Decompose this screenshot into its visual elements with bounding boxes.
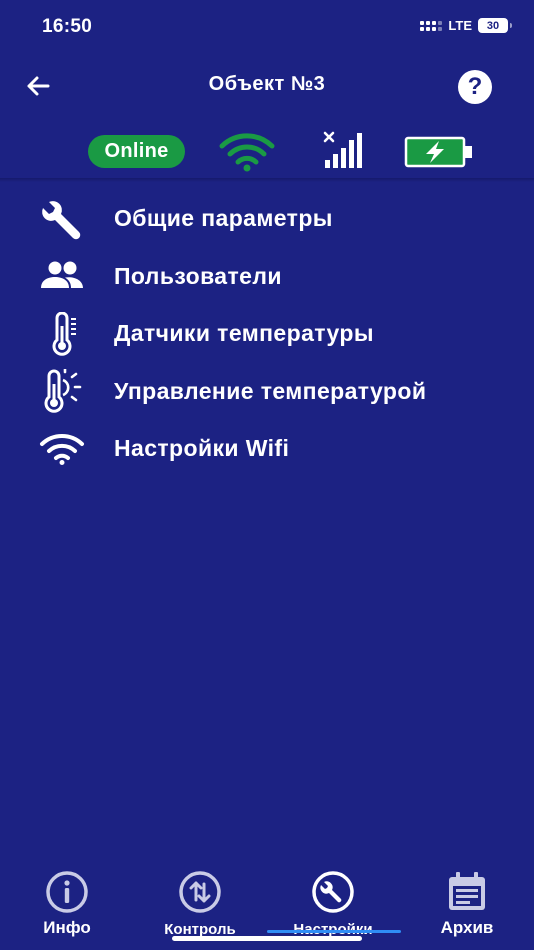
menu-item-general-settings[interactable]: Общие параметры — [0, 190, 534, 248]
menu-item-temperature-control[interactable]: Управление температурой — [0, 363, 534, 421]
tab-label: Инфо — [43, 918, 91, 937]
status-battery-level: 30 — [486, 19, 500, 32]
settings-menu: Общие параметры Пользователи Датчики тем… — [0, 190, 534, 478]
home-indicator — [172, 936, 362, 941]
wifi-status-indicator — [218, 132, 276, 177]
tab-control[interactable]: Контроль — [140, 868, 260, 938]
header-divider — [0, 178, 534, 182]
help-button[interactable]: ? — [458, 70, 492, 104]
wrench-circle-icon — [309, 868, 357, 916]
control-arrows-icon — [176, 868, 224, 916]
battery-status-indicator — [404, 136, 474, 173]
users-icon — [37, 251, 87, 301]
menu-item-label: Датчики температуры — [114, 320, 374, 347]
menu-item-label: Общие параметры — [114, 205, 333, 232]
help-icon: ? — [467, 73, 483, 100]
status-time: 16:50 — [42, 16, 93, 37]
menu-item-temperature-sensors[interactable]: Датчики температуры — [0, 305, 534, 363]
network-type: LTE — [448, 18, 472, 33]
menu-item-users[interactable]: Пользователи — [0, 248, 534, 306]
online-status-badge: Online — [88, 135, 185, 168]
tab-archive[interactable]: Архив — [407, 868, 527, 938]
gsm-status-indicator — [322, 130, 364, 177]
menu-item-label: Управление температурой — [114, 377, 427, 404]
wifi-icon — [219, 133, 275, 172]
device-status-indicators: Online — [0, 130, 534, 178]
menu-item-wifi-settings[interactable]: Настройки Wifi — [0, 420, 534, 478]
menu-item-label: Настройки Wifi — [114, 435, 290, 462]
status-battery-icon: 30 — [478, 18, 512, 33]
app-header: Объект №3 ? — [0, 58, 534, 114]
menu-item-label: Пользователи — [114, 262, 282, 289]
gsm-signal-no-service-icon — [323, 131, 362, 168]
tab-label: Архив — [440, 918, 494, 937]
battery-charging-icon — [404, 136, 472, 168]
tab-info[interactable]: Инфо — [7, 868, 127, 938]
online-status-label: Online — [104, 140, 169, 162]
wifi-icon — [37, 424, 87, 474]
calendar-list-icon — [443, 868, 491, 916]
wrench-icon — [37, 194, 87, 244]
cellular-signal-icon — [420, 20, 443, 31]
active-tab-indicator — [267, 930, 401, 933]
tab-settings[interactable]: Настройки — [273, 868, 393, 938]
thermometer-icon — [37, 309, 87, 359]
page-title: Объект №3 — [208, 73, 326, 95]
status-bar: 16:50 LTE 30 — [0, 0, 534, 58]
info-icon — [43, 868, 91, 916]
status-right: LTE 30 — [420, 18, 512, 33]
thermometer-sun-icon — [37, 366, 87, 416]
